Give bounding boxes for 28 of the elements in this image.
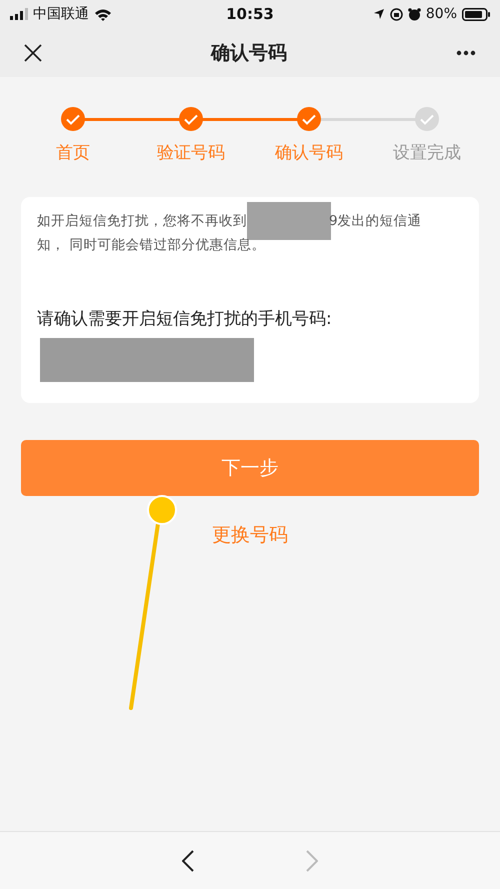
check-icon [302, 114, 316, 124]
page-title: 确认号码 [210, 40, 288, 66]
prompt-text: 请确认需要开启短信免打扰的手机号码: [37, 308, 333, 330]
wifi-icon [94, 8, 112, 20]
check-icon [420, 114, 434, 124]
back-icon [182, 850, 194, 872]
check-icon [184, 114, 198, 124]
location-icon [372, 8, 385, 20]
alarm-icon [408, 8, 421, 20]
change-number-link[interactable]: 更换号码 [212, 522, 288, 548]
close-icon [24, 44, 42, 62]
carrier-name: 中国联通 [33, 5, 89, 23]
step-label: 确认号码 [275, 142, 343, 164]
notice-text: 如开启短信免打扰，您将不再收到 [37, 212, 247, 231]
clock-time: 10:53 [226, 5, 274, 23]
notice-text: 9发出的短信通 [329, 212, 422, 231]
step-label: 验证号码 [157, 142, 225, 164]
forward-icon [306, 850, 318, 872]
rotation-lock-icon [390, 8, 403, 20]
signal-icon [10, 8, 28, 20]
step-label: 首页 [56, 142, 90, 164]
check-icon [66, 114, 80, 124]
more-icon [456, 50, 476, 56]
battery-icon [462, 8, 490, 20]
notice-text: 知， 同时可能会错过部分优惠信息。 [37, 237, 266, 253]
next-button[interactable]: 下一步 [21, 440, 479, 496]
step-label: 设置完成 [393, 142, 461, 164]
battery-percent: 80% [426, 6, 457, 22]
